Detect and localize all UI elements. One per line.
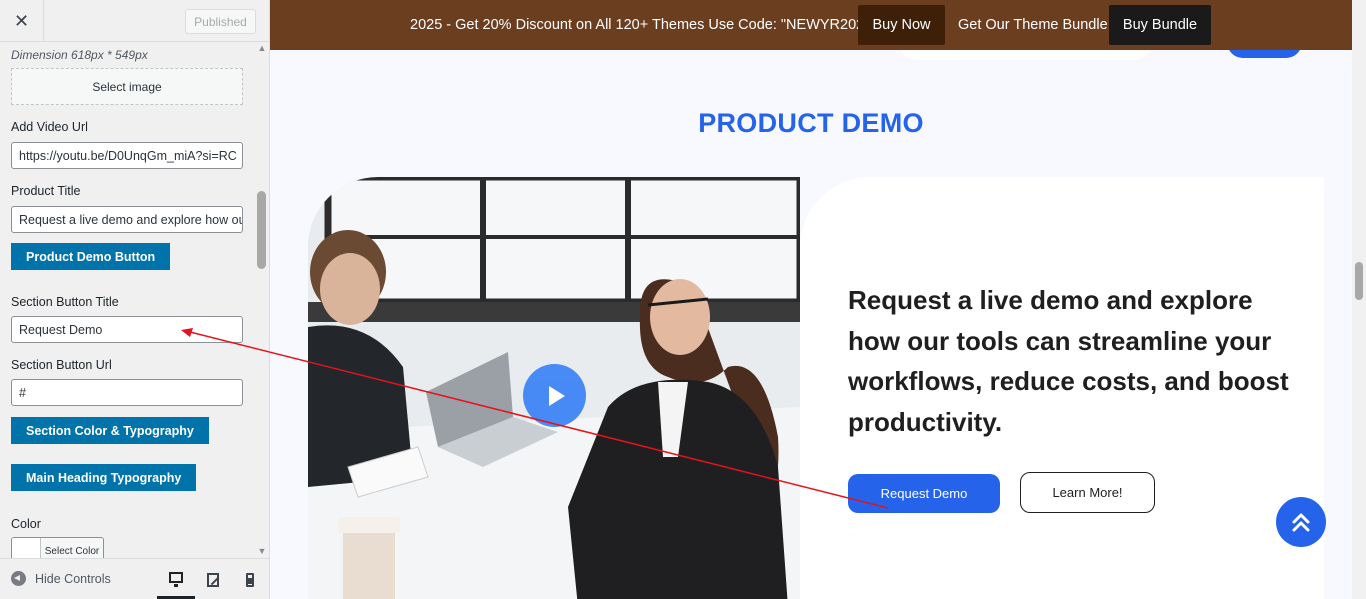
demo-heading: Request a live demo and explore how our … <box>848 285 1289 437</box>
scroll-down-arrow-icon[interactable]: ▼ <box>257 546 267 558</box>
customizer-window: ✕ Published Dimension 618px * 549px Sele… <box>0 0 1366 599</box>
panel-footer: Hide Controls <box>0 558 269 599</box>
play-video-button[interactable] <box>523 364 586 427</box>
published-button[interactable]: Published <box>185 9 256 34</box>
color-picker[interactable]: Select Color <box>11 537 104 558</box>
double-chevron-up-icon <box>1292 513 1310 532</box>
scroll-up-arrow-icon[interactable]: ▲ <box>257 43 267 55</box>
preview-tablet-button[interactable] <box>194 559 232 599</box>
color-swatch[interactable] <box>12 538 41 558</box>
video-url-input[interactable]: https://youtu.be/D0UnqGm_miA?si=RC <box>11 142 243 169</box>
product-title-input[interactable]: Request a live demo and explore how our <box>11 206 243 233</box>
select-image-button[interactable]: Select image <box>11 68 243 105</box>
buy-bundle-button[interactable]: Buy Bundle <box>1109 5 1211 45</box>
product-title-label: Product Title <box>11 184 81 198</box>
theme-bundle-text: Get Our Theme Bundle <box>958 17 1108 33</box>
section-button-title-label: Section Button Title <box>11 295 119 309</box>
section-title: PRODUCT DEMO <box>698 108 924 138</box>
close-icon[interactable]: ✕ <box>0 0 44 42</box>
desktop-icon <box>169 572 183 587</box>
preview-scroll-thumb[interactable] <box>1355 262 1363 300</box>
preview-scrollbar[interactable] <box>1352 0 1366 599</box>
request-demo-button[interactable]: Request Demo <box>848 474 1000 513</box>
image-dimension-note: Dimension 618px * 549px <box>11 48 148 62</box>
mobile-icon <box>246 572 254 587</box>
buy-now-button[interactable]: Buy Now <box>858 5 945 45</box>
color-label: Color <box>11 517 41 531</box>
select-color-button[interactable]: Select Color <box>41 538 103 558</box>
section-button-url-label: Section Button Url <box>11 358 112 372</box>
collapse-left-icon <box>11 571 26 586</box>
hide-controls-button[interactable]: Hide Controls <box>11 571 111 586</box>
customizer-panel: ✕ Published Dimension 618px * 549px Sele… <box>0 0 270 599</box>
promo-bar: 2025 - Get 20% Discount on All 120+ Them… <box>270 0 1352 50</box>
preview-mobile-button[interactable] <box>231 559 269 599</box>
video-url-label: Add Video Url <box>11 120 88 134</box>
panel-scroll-thumb[interactable] <box>257 191 266 269</box>
product-demo-button[interactable]: Product Demo Button <box>11 243 171 270</box>
learn-more-button[interactable]: Learn More! <box>1020 472 1155 513</box>
section-button-title-input[interactable]: Request Demo <box>11 316 243 343</box>
preview-desktop-button[interactable] <box>157 559 195 599</box>
panel-body: Dimension 618px * 549px Select image Add… <box>0 43 255 558</box>
panel-header: ✕ Published <box>0 0 269 42</box>
tablet-icon <box>207 572 219 587</box>
scroll-to-top-button[interactable] <box>1276 497 1326 547</box>
panel-scrollbar[interactable]: ▲ ▼ <box>255 43 269 558</box>
promo-text: 2025 - Get 20% Discount on All 120+ Them… <box>410 17 878 33</box>
section-color-typography-button[interactable]: Section Color & Typography <box>11 417 209 444</box>
section-button-url-input[interactable]: # <box>11 379 243 406</box>
hide-controls-label: Hide Controls <box>35 571 111 586</box>
site-preview: 2025 - Get 20% Discount on All 120+ Them… <box>270 0 1352 599</box>
main-heading-typography-button[interactable]: Main Heading Typography <box>11 464 197 491</box>
